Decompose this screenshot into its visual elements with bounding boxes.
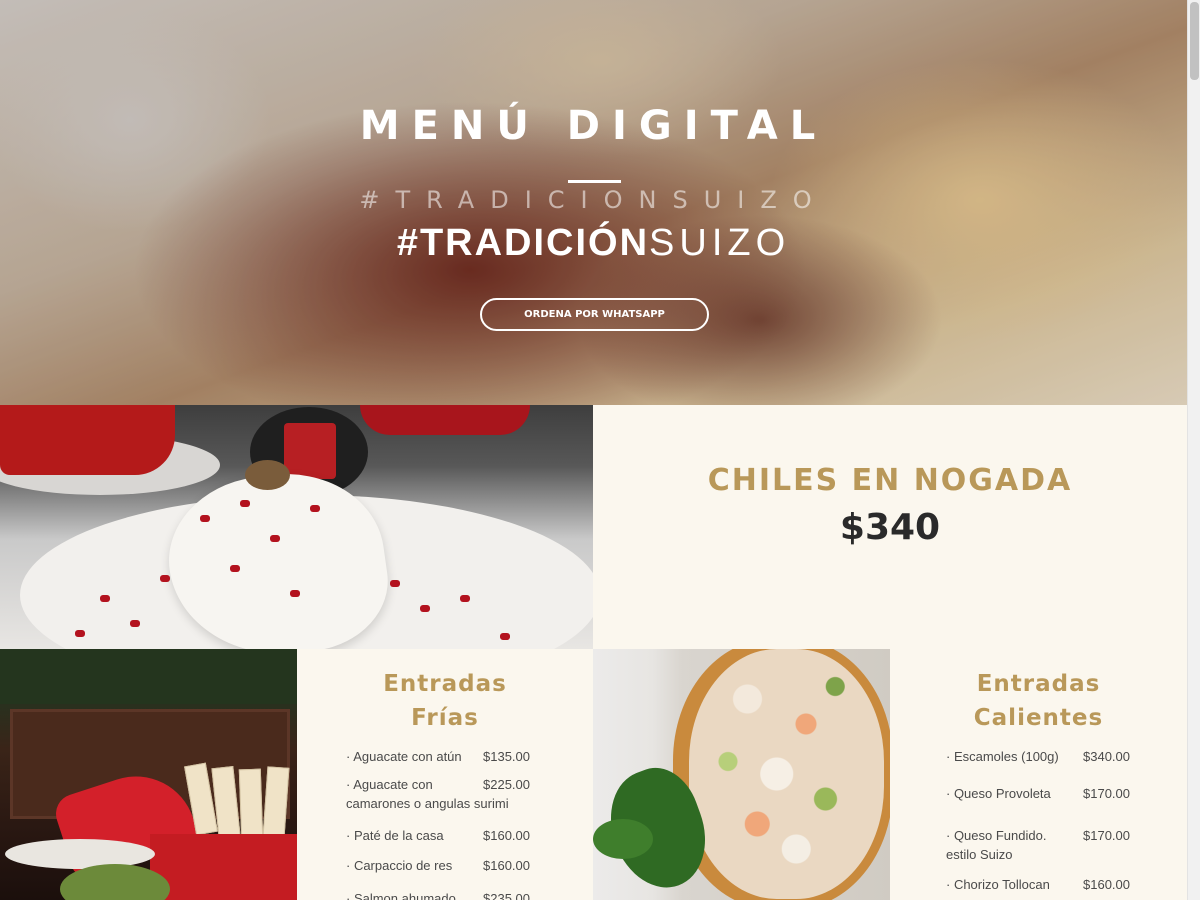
entradas-frias-title: Entradas Frías bbox=[297, 667, 593, 735]
menu-item: · Aguacate con atún $135.00 bbox=[346, 747, 566, 766]
menu-item-price: $170.00 bbox=[1083, 828, 1130, 843]
menu-item: · Queso Fundido. $170.00 estilo Suizo bbox=[946, 826, 1166, 864]
entradas-calientes-panel: Entradas Calientes · Escamoles (100g) $3… bbox=[890, 649, 1187, 900]
photo-seed bbox=[75, 630, 85, 637]
photo-seed bbox=[310, 505, 320, 512]
menu-item-name: · Queso Fundido. bbox=[946, 828, 1047, 843]
menu-item-name: · Salmon ahumado bbox=[346, 891, 456, 900]
menu-item: · Carpaccio de res $160.00 bbox=[346, 856, 566, 875]
photo-hedge bbox=[0, 649, 297, 704]
menu-item-name: · Aguacate con atún bbox=[346, 749, 462, 764]
page-scrollbar[interactable] bbox=[1187, 0, 1200, 900]
hero-hashtag: #TRADICIÓNSUIZO bbox=[0, 222, 1187, 265]
photo-seed bbox=[200, 515, 210, 522]
entradas-calientes-title-line1: Entradas bbox=[976, 671, 1101, 697]
menu-item-price: $225.00 bbox=[483, 777, 530, 792]
menu-item: · Aguacate con $225.00 camarones o angul… bbox=[346, 775, 566, 813]
menu-item-name: · Aguacate con bbox=[346, 777, 433, 792]
hero-hashtag-faint: #TRADICIONSUIZO bbox=[359, 186, 828, 214]
photo-logo-badge-inner bbox=[284, 423, 336, 479]
photo-seed bbox=[460, 595, 470, 602]
entradas-frias-title-line2: Frías bbox=[411, 705, 479, 731]
featured-dish-title: CHILES EN NOGADA bbox=[707, 463, 1073, 498]
photo-seed bbox=[230, 565, 240, 572]
photo-seed bbox=[100, 595, 110, 602]
photo-seed bbox=[420, 605, 430, 612]
photo-parsley-small bbox=[593, 819, 653, 859]
entradas-calientes-title-line2: Calientes bbox=[973, 705, 1104, 731]
menu-item: · Paté de la casa $160.00 bbox=[346, 826, 566, 845]
photo-napkin-back bbox=[360, 405, 530, 435]
photo-seed bbox=[390, 580, 400, 587]
photo-bread bbox=[238, 768, 264, 840]
photo-basket bbox=[150, 834, 297, 900]
hero-divider bbox=[568, 180, 621, 183]
menu-item-name: · Chorizo Tollocan bbox=[946, 877, 1050, 892]
menu-item-price: $235.00 bbox=[483, 891, 530, 900]
menu-item-name: · Carpaccio de res bbox=[346, 858, 453, 873]
menu-item-name: · Escamoles (100g) bbox=[946, 749, 1059, 764]
featured-dish-price: $340 bbox=[839, 507, 941, 548]
hero-title: MENÚ DIGITAL bbox=[359, 103, 828, 149]
entradas-frias-title-line1: Entradas bbox=[383, 671, 507, 697]
menu-item-subtitle: estilo Suizo bbox=[946, 847, 1013, 862]
menu-item-price: $340.00 bbox=[1083, 749, 1130, 764]
menu-item-name: · Paté de la casa bbox=[346, 828, 444, 843]
menu-item-price: $160.00 bbox=[483, 828, 530, 843]
entradas-calientes-photo bbox=[593, 649, 890, 900]
chiles-en-nogada-photo bbox=[0, 405, 593, 649]
whatsapp-order-button[interactable]: ORDENA POR WHATSAPP bbox=[480, 298, 709, 331]
menu-item: · Escamoles (100g) $340.00 bbox=[946, 747, 1166, 766]
photo-chile-stem bbox=[245, 460, 290, 490]
menu-item-price: $135.00 bbox=[483, 749, 530, 764]
entradas-frias-photo bbox=[0, 649, 297, 900]
menu-item-subtitle: camarones o angulas surimi bbox=[346, 796, 509, 811]
menu-item: · Chorizo Tollocan $160.00 bbox=[946, 875, 1166, 894]
hero-banner: MENÚ DIGITAL #TRADICIONSUIZO #TRADICIÓNS… bbox=[0, 0, 1187, 405]
hero-hashtag-bold: #TRADICIÓN bbox=[396, 222, 650, 264]
photo-seed bbox=[130, 620, 140, 627]
menu-item-price: $160.00 bbox=[1083, 877, 1130, 892]
photo-seed bbox=[270, 535, 280, 542]
menu-page: MENÚ DIGITAL #TRADICIONSUIZO #TRADICIÓNS… bbox=[0, 0, 1200, 900]
photo-bread bbox=[262, 766, 290, 838]
entradas-frias-panel: Entradas Frías · Aguacate con atún $135.… bbox=[297, 649, 593, 900]
scrollbar-thumb[interactable] bbox=[1190, 2, 1199, 80]
photo-seed bbox=[240, 500, 250, 507]
hero-hashtag-thin: SUIZO bbox=[649, 222, 791, 264]
featured-dish-panel: CHILES EN NOGADA $340 bbox=[593, 405, 1187, 649]
menu-item: · Salmon ahumado $235.00 bbox=[346, 889, 566, 900]
photo-seed bbox=[290, 590, 300, 597]
photo-seed bbox=[500, 633, 510, 640]
menu-item: · Queso Provoleta $170.00 bbox=[946, 784, 1166, 803]
entradas-calientes-title: Entradas Calientes bbox=[890, 667, 1187, 735]
photo-seed bbox=[160, 575, 170, 582]
photo-napkin bbox=[0, 405, 175, 475]
photo-ceviche bbox=[689, 649, 884, 899]
menu-item-name: · Queso Provoleta bbox=[946, 786, 1051, 801]
menu-item-price: $170.00 bbox=[1083, 786, 1130, 801]
menu-item-price: $160.00 bbox=[483, 858, 530, 873]
